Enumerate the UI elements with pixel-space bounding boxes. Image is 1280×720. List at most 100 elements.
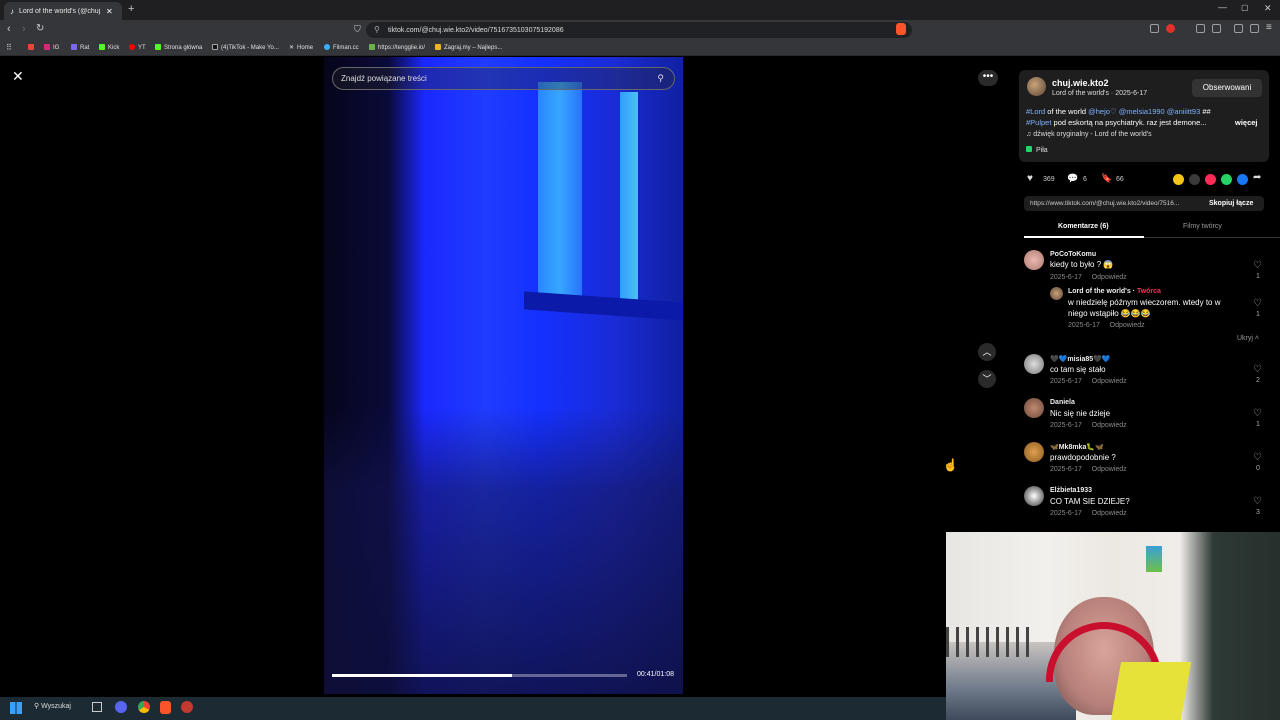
- taskbar-search[interactable]: ⚲ Wyszukaj: [34, 702, 71, 710]
- avatar[interactable]: [1024, 354, 1044, 374]
- brave-icon[interactable]: [160, 701, 171, 714]
- hashtag-link[interactable]: #Pulpet: [1026, 118, 1051, 127]
- puzzle-icon[interactable]: [1196, 24, 1205, 33]
- bookmark-yt[interactable]: YT: [129, 44, 146, 51]
- task-view-icon[interactable]: [92, 702, 102, 712]
- reply-button[interactable]: Odpowiedz: [1092, 466, 1127, 473]
- previous-video-button[interactable]: ︿: [978, 343, 996, 361]
- comment-like-icon[interactable]: ♡: [1253, 408, 1262, 419]
- address-bar[interactable]: ⚲ tiktok.com/@chuj.wie.kto2/video/751673…: [366, 22, 912, 38]
- save-button[interactable]: 🔖: [1101, 173, 1112, 184]
- bookmark-ig[interactable]: IG: [44, 44, 59, 51]
- new-tab-button[interactable]: +: [128, 3, 134, 15]
- avatar[interactable]: [1024, 442, 1044, 462]
- record-icon[interactable]: [1166, 24, 1175, 33]
- comment-like-icon[interactable]: ♡: [1253, 496, 1262, 507]
- reply-button[interactable]: Odpowiedz: [1092, 378, 1127, 385]
- comment-author[interactable]: Daniela: [1050, 399, 1075, 406]
- sound-link[interactable]: ♫ dźwięk oryginalny - Lord of the world'…: [1026, 131, 1152, 138]
- more-options-icon[interactable]: •••: [978, 70, 998, 86]
- bookmark-mail[interactable]: [28, 44, 37, 51]
- share-url[interactable]: https://www.tiktok.com/@chuj.wie.kto2/vi…: [1030, 200, 1179, 207]
- start-icon[interactable]: [10, 702, 22, 714]
- reload-icon[interactable]: ↻: [36, 23, 44, 34]
- close-icon[interactable]: ✕: [12, 68, 24, 85]
- share-coin-icon[interactable]: [1173, 174, 1184, 185]
- active-tab-indicator: [1024, 236, 1144, 238]
- embed-icon[interactable]: [1189, 174, 1200, 185]
- bookmark-tengglie[interactable]: https://tengglie.io/: [369, 44, 425, 51]
- menu-icon[interactable]: ≡: [1266, 22, 1272, 33]
- reply-button[interactable]: Odpowiedz: [1092, 510, 1127, 517]
- comment-button[interactable]: 💬: [1067, 173, 1078, 184]
- follow-button[interactable]: Obserwowani: [1192, 79, 1262, 97]
- bookmark-label: Rat: [80, 45, 90, 51]
- comment-like-icon[interactable]: ♡: [1253, 452, 1262, 463]
- url-text: tiktok.com/@chuj.wie.kto2/video/75167351…: [388, 26, 564, 34]
- discord-icon[interactable]: [115, 701, 127, 713]
- reply-author[interactable]: Lord of the world's · Twórca: [1068, 288, 1161, 295]
- avatar[interactable]: [1024, 398, 1044, 418]
- avatar[interactable]: [1024, 250, 1044, 270]
- apps-icon[interactable]: ⠿: [6, 43, 12, 52]
- more-link[interactable]: więcej: [1235, 117, 1258, 128]
- back-icon[interactable]: ‹: [7, 23, 11, 35]
- reply-button[interactable]: Odpowiedz: [1110, 322, 1145, 329]
- send-icon[interactable]: [1205, 174, 1216, 185]
- close-tab-icon[interactable]: ✕: [106, 7, 113, 16]
- avatar[interactable]: [1050, 287, 1063, 300]
- app-icon[interactable]: [181, 701, 193, 713]
- minimize-button[interactable]: —: [1218, 2, 1227, 12]
- music-icon[interactable]: [1234, 24, 1243, 33]
- close-window-button[interactable]: ✕: [1264, 3, 1272, 14]
- avatar[interactable]: [1024, 486, 1044, 506]
- author-username[interactable]: chuj.wie.kto2: [1052, 78, 1109, 88]
- tab-comments[interactable]: Komentarze (6): [1058, 223, 1109, 230]
- bookmark-zagraj[interactable]: Zagraj.my – Najleps...: [435, 44, 502, 51]
- chrome-icon[interactable]: [138, 701, 150, 713]
- comment-item: 🖤💙misia85🖤💙 co tam się stało 2025-6-17 O…: [1024, 354, 1269, 394]
- bookmark-rat[interactable]: Rat: [71, 44, 89, 51]
- bookmark-strona[interactable]: Strona główna: [155, 44, 202, 51]
- like-button[interactable]: ♥: [1027, 173, 1033, 184]
- share-arrow-icon[interactable]: ➦: [1253, 172, 1261, 183]
- whatsapp-icon[interactable]: [1221, 174, 1232, 185]
- mention-links[interactable]: @hejo♡ @melsia1990 @aniiitt93: [1088, 107, 1200, 116]
- reply-button[interactable]: Odpowiedz: [1092, 422, 1127, 429]
- browser-tab-bar: ♪ Lord of the world's (@chuj.wie.kto2) ✕…: [0, 0, 1280, 20]
- wallet-icon[interactable]: [1250, 24, 1259, 33]
- maximize-button[interactable]: ▢: [1241, 3, 1249, 12]
- tag-chip[interactable]: Piła: [1026, 146, 1048, 154]
- sidebar-icon[interactable]: [1212, 24, 1221, 33]
- copy-link-button[interactable]: Skopiuj łącze: [1209, 200, 1253, 207]
- bookmark-home[interactable]: ✕ Home: [289, 44, 313, 51]
- comment-author[interactable]: 🖤💙misia85🖤💙: [1050, 355, 1111, 363]
- hide-replies-button[interactable]: Ukryj ˄: [1237, 335, 1259, 342]
- facebook-icon[interactable]: [1237, 174, 1248, 185]
- video-progress-bar[interactable]: [332, 674, 627, 677]
- site-info-icon[interactable]: ⚲: [374, 25, 380, 34]
- comment-author[interactable]: PoCoToKomu: [1050, 251, 1096, 258]
- comment-like-icon[interactable]: ♡: [1253, 260, 1262, 271]
- search-icon[interactable]: ⚲: [657, 73, 664, 84]
- browser-tab[interactable]: ♪ Lord of the world's (@chuj.wie.kto2) ✕: [4, 2, 122, 20]
- bookmark-filman[interactable]: Filman.cc: [324, 44, 359, 51]
- shield-icon[interactable]: [896, 23, 906, 35]
- reply-button[interactable]: Odpowiedz: [1092, 274, 1127, 281]
- next-video-button[interactable]: ﹀: [978, 370, 996, 388]
- bookmark-kick[interactable]: Kick: [99, 44, 119, 51]
- comment-author[interactable]: Elżbieta1933: [1050, 487, 1092, 494]
- extension-icon[interactable]: [1150, 24, 1159, 33]
- comment-author[interactable]: 🦋Mk8mka🐛🦋: [1050, 443, 1104, 451]
- comment-like-icon[interactable]: ♡: [1253, 364, 1262, 375]
- tab-creator-videos[interactable]: Filmy twórcy: [1183, 223, 1222, 230]
- comment-like-icon[interactable]: ♡: [1253, 298, 1262, 309]
- video-player[interactable]: [324, 57, 683, 694]
- bookmark-tiktok[interactable]: (4)TikTok - Make Yo...: [212, 44, 279, 51]
- avatar[interactable]: [1027, 77, 1046, 96]
- related-search-input[interactable]: Znajdź powiązane treści ⚲: [332, 67, 675, 90]
- bookmark-page-icon[interactable]: ⛉: [354, 24, 361, 35]
- forward-icon[interactable]: ›: [22, 23, 26, 35]
- hashtag-link[interactable]: #Lord: [1026, 107, 1045, 116]
- tab-title: Lord of the world's (@chuj.wie.kto2): [19, 7, 101, 15]
